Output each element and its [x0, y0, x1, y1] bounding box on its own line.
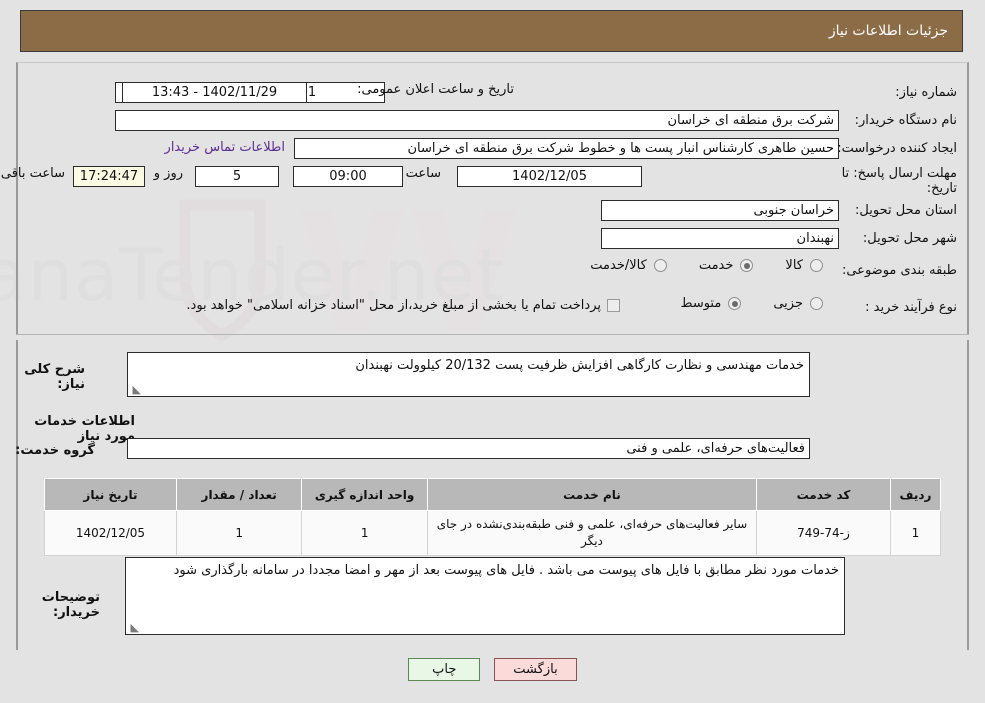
hour-label: ساعت	[405, 166, 441, 181]
buyer-org-label: نام دستگاه خریدار:	[854, 113, 957, 128]
service-group-label: گروه خدمت:	[15, 443, 95, 458]
buyer-contact-link[interactable]: اطلاعات تماس خریدار	[165, 140, 285, 155]
city-field-wrap: نهبندان	[601, 228, 839, 249]
page-title: جزئیات اطلاعات نیاز	[828, 23, 948, 39]
delivery-province-field[interactable]: خراسان جنوبی	[601, 200, 839, 221]
days-label-wrap: روز و	[148, 166, 189, 181]
buyer-notes-wrap: خدمات مورد نظر مطابق با فایل های پیوست م…	[125, 557, 845, 635]
days-field-wrap: 5	[195, 166, 279, 187]
cell-service-code: ز-74-749	[756, 510, 891, 556]
cell-unit: 1	[301, 510, 428, 556]
days-remaining-field: 5	[195, 166, 279, 187]
page-root: anaTender.net جزئیات اطلاعات نیاز شماره …	[0, 0, 985, 703]
announce-date-label: تاریخ و ساعت اعلان عمومی:	[357, 82, 514, 97]
province-field-wrap: خراسان جنوبی	[601, 200, 839, 221]
radio-icon[interactable]	[810, 297, 823, 310]
need-desc-textarea[interactable]: خدمات مهندسی و نظارت کارگاهی افزایش ظرفی…	[127, 352, 810, 397]
category-option-label: کالا	[785, 258, 803, 273]
announce-field-wrap: 1402/11/29 - 13:43	[122, 82, 307, 103]
deadline-date-field[interactable]: 1402/12/05	[457, 166, 642, 187]
hour-field-wrap: 09:00	[293, 166, 403, 187]
buyer-notes-text: خدمات مورد نظر مطابق با فایل های پیوست م…	[173, 563, 839, 578]
treasury-checkbox[interactable]	[607, 299, 620, 312]
col-service-code: کد خدمت	[756, 478, 891, 511]
back-button[interactable]: بازگشت	[494, 658, 577, 681]
category-option-label: خدمت	[698, 258, 734, 273]
remaining-hours-label: ساعت باقی مانده	[0, 166, 65, 181]
delivery-city-field[interactable]: نهبندان	[601, 228, 839, 249]
hour-label-wrap: ساعت	[400, 166, 447, 181]
countdown-wrap: 17:24:47	[73, 166, 145, 187]
print-button[interactable]: چاپ	[408, 658, 481, 681]
radio-icon[interactable]	[728, 297, 742, 310]
process-option-motevaset[interactable]: متوسط	[680, 296, 743, 311]
col-service-name: نام خدمت	[426, 478, 758, 511]
countdown-timer: 17:24:47	[73, 166, 145, 187]
radio-icon[interactable]	[740, 259, 754, 272]
creator-field-wrap: حسین طاهری کارشناس انبار پست ها و خطوط ش…	[294, 138, 839, 159]
buyer-notes-textarea[interactable]: خدمات مورد نظر مطابق با فایل های پیوست م…	[125, 557, 845, 635]
cell-need-date: 1402/12/05	[44, 510, 177, 556]
need-number-label: شماره نیاز:	[895, 85, 957, 100]
announce-label-wrap: تاریخ و ساعت اعلان عمومی:	[351, 82, 520, 97]
city-label: شهر محل تحویل:	[862, 231, 957, 246]
col-row-no: ردیف	[889, 478, 942, 511]
table-header-row: ردیف کد خدمت نام خدمت واحد اندازه گیری ت…	[44, 478, 942, 511]
buyer-org-field-wrap: شرکت برق منطقه ای خراسان	[115, 110, 839, 131]
remaining-label-wrap: ساعت باقی مانده	[0, 166, 67, 181]
category-option-khedmat[interactable]: خدمت	[699, 258, 756, 273]
process-option-label: جزیی	[773, 296, 803, 311]
category-option-label: کالا/خدمت	[590, 258, 647, 273]
announce-date-field[interactable]: 1402/11/29 - 13:43	[122, 82, 307, 103]
services-section-heading: اطلاعات خدمات مورد نیاز	[34, 414, 135, 444]
need-desc-label: شرح کلی نیاز:	[24, 362, 85, 392]
col-quantity: تعداد / مقدار	[175, 478, 303, 511]
buyer-org-field[interactable]: شرکت برق منطقه ای خراسان	[115, 110, 839, 131]
buyer-notes-label: توضیحات خریدار:	[41, 590, 100, 620]
contact-link-wrap: اطلاعات تماس خریدار	[165, 140, 285, 155]
cell-quantity: 1	[175, 510, 303, 556]
section-divider	[16, 334, 969, 335]
category-label: طبقه بندی موضوعی:	[841, 263, 957, 278]
service-group-field-wrap: فعالیت‌های حرفه‌ای، علمی و فنی	[127, 438, 810, 459]
radio-icon[interactable]	[810, 259, 823, 272]
deadline-date-wrap: 1402/12/05	[457, 166, 642, 187]
creator-field[interactable]: حسین طاهری کارشناس انبار پست ها و خطوط ش…	[294, 138, 839, 159]
service-group-field[interactable]: فعالیت‌های حرفه‌ای، علمی و فنی	[127, 438, 810, 459]
col-unit: واحد اندازه گیری	[301, 478, 428, 511]
resize-grip-icon[interactable]: ◣	[129, 622, 139, 633]
process-option-jozei[interactable]: جزیی	[773, 296, 825, 311]
resize-grip-icon[interactable]: ◣	[131, 384, 141, 395]
need-desc-wrap: خدمات مهندسی و نظارت کارگاهی افزایش ظرفی…	[127, 352, 810, 397]
creator-label: ایجاد کننده درخواست:	[837, 141, 957, 156]
deadline-hour-field[interactable]: 09:00	[293, 166, 403, 187]
category-radio-group: کالا خدمت کالا/خدمت	[560, 258, 825, 273]
radio-icon[interactable]	[653, 259, 667, 272]
treasury-note-label: پرداخت تمام یا بخشی از مبلغ خرید،از محل …	[186, 298, 601, 313]
process-label: نوع فرآیند خرید :	[865, 300, 957, 315]
process-radio-group: جزیی متوسط	[650, 296, 825, 311]
col-need-date: تاریخ نیاز	[44, 478, 177, 511]
page-header: جزئیات اطلاعات نیاز	[20, 10, 963, 52]
need-desc-text: خدمات مهندسی و نظارت کارگاهی افزایش ظرفی…	[355, 358, 804, 373]
province-label: استان محل تحویل:	[855, 203, 957, 218]
action-buttons: بازگشت چاپ	[0, 658, 985, 681]
table-row: 1 ز-74-749 سایر فعالیت‌های حرفه‌ای، علمی…	[44, 510, 942, 556]
services-table: ردیف کد خدمت نام خدمت واحد اندازه گیری ت…	[44, 478, 942, 556]
category-option-kala-khedmat[interactable]: کالا/خدمت	[590, 258, 669, 273]
process-option-label: متوسط	[680, 296, 722, 311]
cell-row-no: 1	[889, 510, 942, 556]
cell-service-name: سایر فعالیت‌های حرفه‌ای، علمی و فنی طبقه…	[426, 510, 758, 556]
treasury-note-wrap: پرداخت تمام یا بخشی از مبلغ خرید،از محل …	[180, 298, 620, 313]
deadline-label: مهلت ارسال پاسخ: تا تاریخ:	[841, 166, 957, 196]
category-option-kala[interactable]: کالا	[785, 258, 825, 273]
days-label: روز و	[153, 166, 183, 181]
